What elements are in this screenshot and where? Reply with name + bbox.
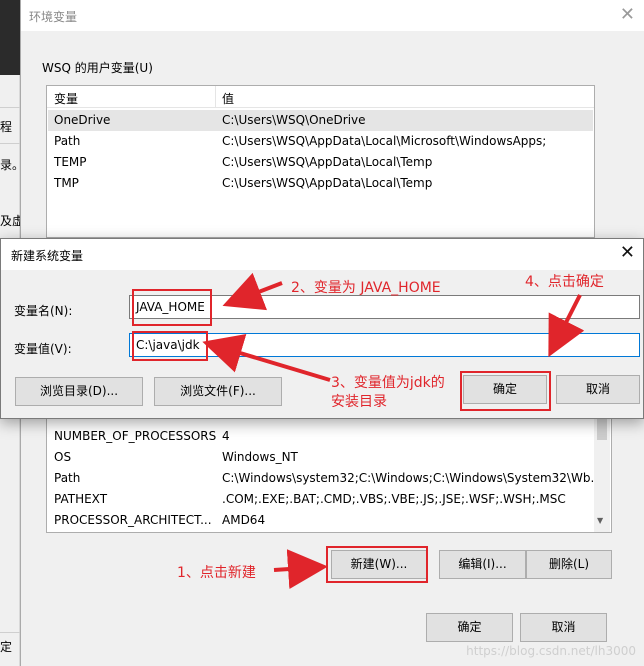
variable-value: C:\Users\WSQ\AppData\Local\Temp (222, 176, 433, 190)
background-divider (0, 143, 20, 144)
list-item[interactable]: NUMBER_OF_PROCESSORS 4 (48, 426, 610, 447)
annotation-step4: 4、点击确定 (525, 274, 604, 290)
title-bar: 新建系统变量 ✕ (1, 239, 643, 270)
list-item[interactable]: Path C:\Windows\system32;C:\Windows;C:\W… (48, 468, 610, 489)
variable-name: PATHEXT (54, 492, 108, 506)
user-variables-group-label: WSQ 的用户变量(U) (42, 61, 153, 75)
column-separator (215, 86, 216, 108)
cancel-button[interactable]: 取消 (520, 613, 607, 642)
variable-name: Path (54, 471, 81, 485)
annotation-step3: 3、变量值为jdk的 安装目录 (331, 375, 445, 410)
dialog-title: 新建系统变量 (11, 249, 84, 263)
delete-variable-button[interactable]: 删除(L) (526, 550, 612, 579)
background-text-fragment: 程 (0, 120, 13, 134)
variable-name: OS (54, 450, 72, 464)
variable-name: NUMBER_OF_PROCESSORS (54, 429, 217, 443)
browse-directory-button[interactable]: 浏览目录(D)... (15, 377, 143, 406)
close-icon[interactable]: ✕ (620, 242, 635, 263)
variable-value-label: 变量值(V): (14, 342, 72, 356)
variable-value: .COM;.EXE;.BAT;.CMD;.VBS;.VBE;.JS;.JSE;.… (222, 492, 566, 506)
variable-name-label: 变量名(N): (14, 304, 73, 318)
scrollbar-thumb[interactable] (597, 416, 607, 440)
variable-name: TMP (54, 176, 79, 190)
list-item[interactable]: TMP C:\Users\WSQ\AppData\Local\Temp (48, 173, 593, 194)
list-item[interactable]: OneDrive C:\Users\WSQ\OneDrive (48, 110, 593, 131)
list-item[interactable]: TEMP C:\Users\WSQ\AppData\Local\Temp (48, 152, 593, 173)
variable-value: AMD64 (222, 513, 266, 527)
title-bar: 环境变量 ✕ (21, 0, 644, 31)
variable-value: Windows_NT (222, 450, 298, 464)
new-dialog-cancel-button[interactable]: 取消 (556, 375, 640, 404)
variable-name: PROCESSOR_ARCHITECT... (54, 513, 212, 527)
variable-value: 4 (222, 429, 230, 443)
watermark: https://blog.csdn.net/lh3000 (466, 644, 636, 658)
annotation-step2: 2、变量为 JAVA_HOME (291, 280, 441, 296)
list-item[interactable]: Path C:\Users\WSQ\AppData\Local\Microsof… (48, 131, 593, 152)
list-item[interactable]: OS Windows_NT (48, 447, 610, 468)
highlight-box-variable-name (132, 289, 212, 326)
highlight-box-new (326, 546, 428, 583)
system-variables-scrollbar[interactable]: ▼ (594, 416, 610, 532)
variable-value: C:\Users\WSQ\AppData\Local\Microsoft\Win… (222, 134, 547, 148)
background-divider (0, 632, 20, 633)
list-item[interactable]: PATHEXT .COM;.EXE;.BAT;.CMD;.VBS;.VBE;.J… (48, 489, 610, 510)
chevron-down-icon[interactable]: ▼ (597, 516, 603, 525)
browse-file-button[interactable]: 浏览文件(F)... (154, 377, 282, 406)
system-variables-list[interactable]: NUMBER_OF_PROCESSORS 4 OS Windows_NT Pat… (46, 415, 612, 533)
list-header: 变量 值 (47, 86, 594, 108)
column-header-variable[interactable]: 变量 (54, 90, 78, 107)
ok-button[interactable]: 确定 (426, 613, 513, 642)
background-divider (0, 107, 20, 108)
variable-name: Path (54, 134, 81, 148)
dialog-title: 环境变量 (29, 10, 78, 24)
close-icon[interactable]: ✕ (620, 4, 635, 25)
background-text-fragment: 定 (0, 640, 13, 654)
edit-variable-button[interactable]: 编辑(I)... (439, 550, 526, 579)
variable-name: OneDrive (54, 113, 111, 127)
variable-value: C:\Users\WSQ\AppData\Local\Temp (222, 155, 433, 169)
list-item[interactable]: PROCESSOR_ARCHITECT... AMD64 (48, 510, 610, 531)
highlight-box-ok (460, 371, 551, 411)
user-variables-list[interactable]: 变量 值 OneDrive C:\Users\WSQ\OneDrive Path… (46, 85, 595, 238)
variable-value: C:\Windows\system32;C:\Windows;C:\Window… (222, 471, 602, 485)
column-header-value[interactable]: 值 (222, 90, 234, 107)
variable-value: C:\Users\WSQ\OneDrive (222, 113, 366, 127)
annotation-step1: 1、点击新建 (177, 565, 256, 581)
variable-name: TEMP (54, 155, 87, 169)
highlight-box-variable-value (132, 331, 208, 361)
background-dark-strip (0, 0, 20, 75)
